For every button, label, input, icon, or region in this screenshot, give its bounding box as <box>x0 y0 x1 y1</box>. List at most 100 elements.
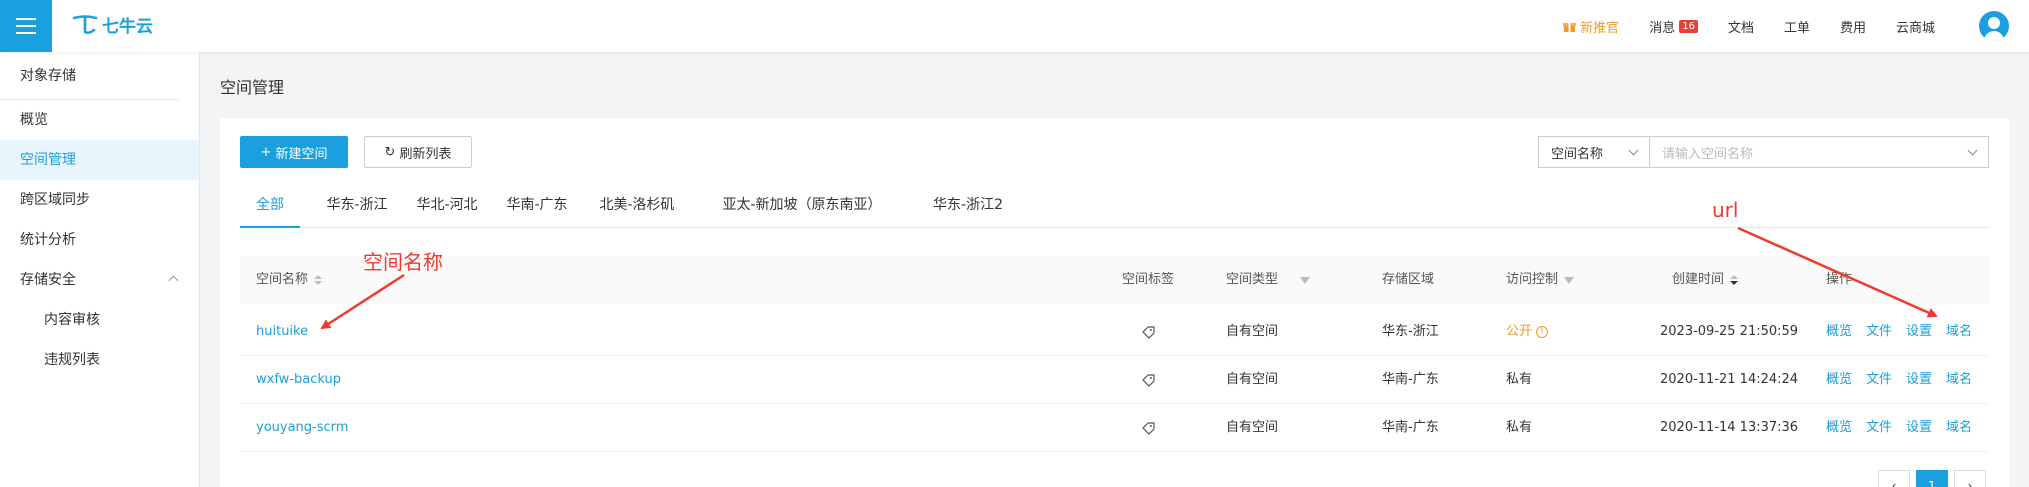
sidebar-item-violation-list[interactable]: 违规列表 <box>0 340 199 380</box>
chevron-up-icon <box>168 275 179 286</box>
chevron-down-icon <box>1628 145 1639 156</box>
column-label: 创建时间 <box>1672 272 1725 287</box>
tag-icon[interactable] <box>1142 308 1155 356</box>
tag-icon[interactable] <box>1142 404 1155 452</box>
bucket-type: 自有空间 <box>1226 324 1279 339</box>
pagination-next-button[interactable]: › <box>1954 470 1986 487</box>
sidebar-item-label: 存储安全 <box>20 272 76 288</box>
sidebar-item-bucket-management[interactable]: 空间管理 <box>0 140 199 180</box>
column-header-actions: 操作 <box>1826 256 1852 304</box>
info-icon[interactable]: ! <box>1536 326 1549 338</box>
action-domain-link[interactable]: 域名 <box>1946 308 1972 356</box>
tab-east-zhejiang2[interactable]: 华东-浙江2 <box>926 190 1010 228</box>
refresh-icon: ↻ <box>384 144 396 160</box>
menu-icon-bar <box>16 25 36 27</box>
table-row: youyang-scrm 自有空间 华南-广东 私有 2020-11-14 13… <box>240 404 1989 452</box>
chevron-left-icon: ‹ <box>1891 479 1897 487</box>
bucket-list-card: + 新建空间 ↻ 刷新列表 空间名称 请输入空间名称 全部 华东-浙江 华北-河… <box>220 118 2009 487</box>
column-header-type: 空间类型 <box>1226 256 1311 304</box>
new-bucket-button[interactable]: + 新建空间 <box>240 136 348 168</box>
created-time: 2023-09-25 21:50:59 <box>1660 324 1799 339</box>
column-label: 空间标签 <box>1122 272 1175 287</box>
sidebar-item-storage-security[interactable]: 存储安全 <box>0 260 199 300</box>
tab-south-guangdong[interactable]: 华南-广东 <box>502 190 572 228</box>
action-settings-link[interactable]: 设置 <box>1906 308 1932 356</box>
access-control-private: 私有 <box>1506 372 1533 387</box>
tab-all[interactable]: 全部 <box>240 190 300 228</box>
nav-messages-label: 消息 <box>1649 20 1676 36</box>
message-count-badge: 16 <box>1679 19 1698 33</box>
search-field-select[interactable]: 空间名称 <box>1538 136 1650 168</box>
logo[interactable]: 七牛云 <box>72 12 153 37</box>
logo-icon <box>72 14 98 34</box>
annotation-url-label: url <box>1712 198 1739 222</box>
access-control-private: 私有 <box>1506 420 1533 435</box>
tab-ap-singapore[interactable]: 亚太-新加坡（原东南亚） <box>702 190 902 228</box>
hamburger-menu-button[interactable] <box>0 0 52 52</box>
action-domain-link[interactable]: 域名 <box>1946 356 1972 404</box>
sort-icon[interactable] <box>1730 275 1739 285</box>
sidebar-item-statistics[interactable]: 统计分析 <box>0 220 199 260</box>
action-overview-link[interactable]: 概览 <box>1826 356 1852 404</box>
nav-tickets-link[interactable]: 工单 <box>1784 17 1810 36</box>
action-files-link[interactable]: 文件 <box>1866 404 1892 452</box>
refresh-list-button[interactable]: ↻ 刷新列表 <box>364 136 472 168</box>
access-label: 公开 <box>1506 324 1533 339</box>
action-overview-link[interactable]: 概览 <box>1826 404 1852 452</box>
action-files-link[interactable]: 文件 <box>1866 356 1892 404</box>
menu-icon-bar <box>16 32 36 34</box>
created-time: 2020-11-14 13:37:36 <box>1660 420 1799 435</box>
table-header: 空间名称 空间标签 空间类型 存储区域 访问控制 创建时间 操作 <box>240 256 1989 304</box>
nav-billing-link[interactable]: 费用 <box>1840 17 1866 36</box>
column-label: 空间类型 <box>1226 272 1279 287</box>
bucket-name-link[interactable]: wxfw-backup <box>256 356 341 404</box>
sidebar-item-cross-region-sync[interactable]: 跨区域同步 <box>0 180 199 220</box>
tag-icon[interactable] <box>1142 356 1155 404</box>
nav-marketplace-link[interactable]: 云商城 <box>1896 17 1935 36</box>
column-label: 存储区域 <box>1382 272 1435 287</box>
user-avatar[interactable] <box>1979 11 2009 41</box>
sidebar-item-content-review[interactable]: 内容审核 <box>0 300 199 340</box>
filter-icon[interactable] <box>1564 276 1575 284</box>
menu-icon-bar <box>16 18 36 20</box>
pagination-prev-button[interactable]: ‹ <box>1878 470 1910 487</box>
column-label: 操作 <box>1826 272 1853 287</box>
top-bar: 七牛云 新推官 消息 16 文档 工单 费用 云商城 <box>0 0 2029 52</box>
table-row: wxfw-backup 自有空间 华南-广东 私有 2020-11-21 14:… <box>240 356 1989 404</box>
bucket-region: 华南-广东 <box>1382 372 1439 387</box>
table-row: huituike 自有空间 华东-浙江 公开 ! 2023-09-25 21:5… <box>240 308 1989 356</box>
nav-docs-link[interactable]: 文档 <box>1728 17 1754 36</box>
access-control-public: 公开 ! <box>1506 308 1549 356</box>
search-input[interactable]: 请输入空间名称 <box>1649 136 1989 168</box>
sidebar-title[interactable]: 对象存储 <box>0 52 179 100</box>
row-actions: 概览 文件 设置 域名 <box>1826 308 1982 356</box>
column-label: 访问控制 <box>1506 272 1559 287</box>
action-settings-link[interactable]: 设置 <box>1906 356 1932 404</box>
column-header-created[interactable]: 创建时间 <box>1672 256 1739 304</box>
action-files-link[interactable]: 文件 <box>1866 308 1892 356</box>
created-time: 2020-11-21 14:24:24 <box>1660 372 1799 387</box>
nav-messages-link[interactable]: 消息 16 <box>1649 17 1698 36</box>
logo-text: 七牛云 <box>102 17 153 37</box>
row-actions: 概览 文件 设置 域名 <box>1826 404 1982 452</box>
bucket-name-link[interactable]: huituike <box>256 308 308 356</box>
gift-icon <box>1563 22 1577 32</box>
filter-icon[interactable] <box>1300 276 1311 284</box>
tab-north-hebei[interactable]: 华北-河北 <box>412 190 482 228</box>
column-header-name[interactable]: 空间名称 <box>256 256 323 304</box>
bucket-region: 华东-浙江 <box>1382 324 1439 339</box>
sort-icon[interactable] <box>314 275 323 285</box>
action-domain-link[interactable]: 域名 <box>1946 404 1972 452</box>
top-nav: 新推官 消息 16 文档 工单 费用 云商城 <box>1533 0 2029 52</box>
bucket-type: 自有空间 <box>1226 372 1279 387</box>
sidebar-item-overview[interactable]: 概览 <box>0 100 199 140</box>
bucket-name-link[interactable]: youyang-scrm <box>256 404 348 452</box>
action-overview-link[interactable]: 概览 <box>1826 308 1852 356</box>
bucket-region: 华南-广东 <box>1382 420 1439 435</box>
tab-na-losangeles[interactable]: 北美-洛杉矶 <box>592 190 682 228</box>
nav-promo-link[interactable]: 新推官 <box>1563 17 1619 36</box>
pagination-page-button[interactable]: 1 <box>1916 470 1948 487</box>
action-settings-link[interactable]: 设置 <box>1906 404 1932 452</box>
tab-east-zhejiang[interactable]: 华东-浙江 <box>322 190 392 228</box>
chevron-right-icon: › <box>1967 479 1973 487</box>
